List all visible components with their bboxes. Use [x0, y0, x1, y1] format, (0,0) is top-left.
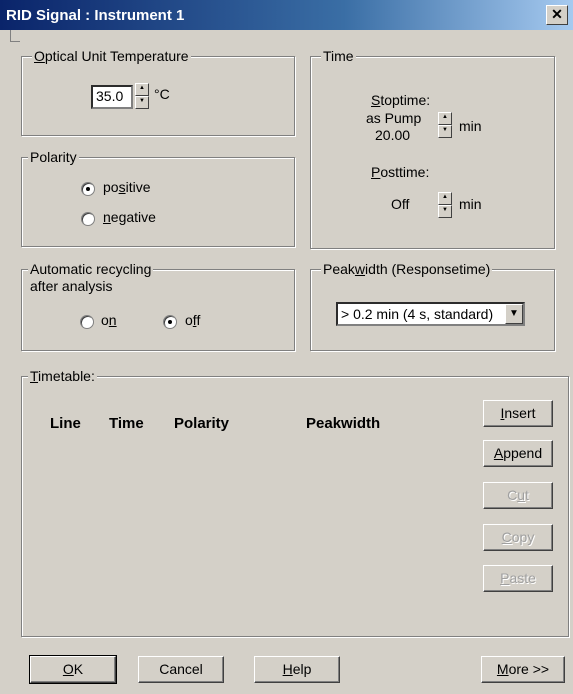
- recycling-off-radio[interactable]: [163, 315, 177, 329]
- close-icon: ✕: [551, 6, 563, 22]
- cut-button[interactable]: Cut: [483, 482, 553, 509]
- stoptime-label: Stoptime:: [371, 92, 431, 108]
- resize-corner-marker: [10, 30, 20, 42]
- spin-up-icon[interactable]: ▲: [438, 112, 452, 125]
- temperature-spinner[interactable]: ▲ ▼: [135, 83, 149, 109]
- temperature-input[interactable]: 35.0: [91, 85, 133, 109]
- spin-down-icon[interactable]: ▼: [438, 125, 452, 138]
- cancel-button[interactable]: Cancel: [138, 656, 224, 683]
- insert-button[interactable]: Insert: [483, 400, 553, 427]
- polarity-positive-radio[interactable]: [81, 182, 95, 196]
- close-button[interactable]: ✕: [546, 5, 568, 25]
- stoptime-mode: as Pump: [366, 110, 422, 126]
- timetable-legend: Timetable:: [28, 368, 97, 384]
- recycling-on-radio[interactable]: [80, 315, 94, 329]
- temperature-value: 35.0: [96, 88, 124, 104]
- timetable-group: Timetable: Line Time Polarity Peakwidth …: [21, 368, 569, 637]
- title-bar[interactable]: RID Signal : Instrument 1 ✕: [0, 0, 573, 30]
- column-header-peakwidth: Peakwidth: [306, 415, 381, 432]
- column-header-line: Line: [50, 415, 81, 432]
- polarity-group: Polarity positive negative: [21, 149, 295, 247]
- time-legend: Time: [321, 48, 356, 64]
- recycling-subtitle: after analysis: [30, 278, 113, 294]
- posttime-spinner[interactable]: ▲ ▼: [438, 192, 452, 218]
- recycling-group: Automatic recycling after analysis on of…: [21, 261, 295, 351]
- window-title: RID Signal : Instrument 1: [6, 7, 185, 24]
- chevron-down-icon[interactable]: ▼: [505, 304, 523, 324]
- column-header-time: Time: [109, 415, 144, 432]
- posttime-label: Posttime:: [371, 164, 430, 180]
- column-header-polarity: Polarity: [174, 415, 230, 432]
- spin-up-icon[interactable]: ▲: [135, 83, 149, 96]
- spin-down-icon[interactable]: ▼: [438, 205, 452, 218]
- spin-up-icon[interactable]: ▲: [438, 192, 452, 205]
- temperature-unit: °C: [154, 86, 170, 102]
- peakwidth-select[interactable]: > 0.2 min (4 s, standard) ▼: [336, 302, 525, 326]
- help-button[interactable]: Help: [254, 656, 340, 683]
- temperature-group: Optical Unit Temperature 35.0 ▲ ▼ °C: [21, 48, 295, 136]
- copy-button[interactable]: Copy: [483, 524, 553, 551]
- posttime-unit: min: [459, 196, 482, 212]
- paste-button[interactable]: Paste: [483, 565, 553, 592]
- spin-down-icon[interactable]: ▼: [135, 96, 149, 109]
- more-button[interactable]: More >>: [481, 656, 565, 683]
- polarity-positive-label[interactable]: positive: [103, 179, 150, 195]
- recycling-legend: Automatic recycling: [28, 261, 154, 277]
- stoptime-value: 20.00: [375, 127, 411, 143]
- stoptime-spinner[interactable]: ▲ ▼: [438, 112, 452, 138]
- polarity-negative-radio[interactable]: [81, 212, 95, 226]
- polarity-negative-label[interactable]: negative: [103, 209, 156, 225]
- append-button[interactable]: Append: [483, 440, 553, 467]
- peakwidth-value: > 0.2 min (4 s, standard): [341, 306, 494, 322]
- peakwidth-legend: Peakwidth (Responsetime): [321, 261, 493, 277]
- stoptime-unit: min: [459, 118, 482, 134]
- polarity-legend: Polarity: [28, 149, 79, 165]
- posttime-value: Off: [391, 196, 410, 212]
- recycling-on-label[interactable]: on: [101, 312, 117, 328]
- temperature-legend: Optical Unit Temperature: [32, 48, 191, 64]
- time-group: Time Stoptime: as Pump 20.00 ▲ ▼ min Post…: [310, 48, 555, 249]
- recycling-off-label[interactable]: off: [185, 312, 200, 328]
- peakwidth-group: Peakwidth (Responsetime) > 0.2 min (4 s,…: [310, 261, 555, 351]
- ok-button[interactable]: OK: [29, 655, 117, 684]
